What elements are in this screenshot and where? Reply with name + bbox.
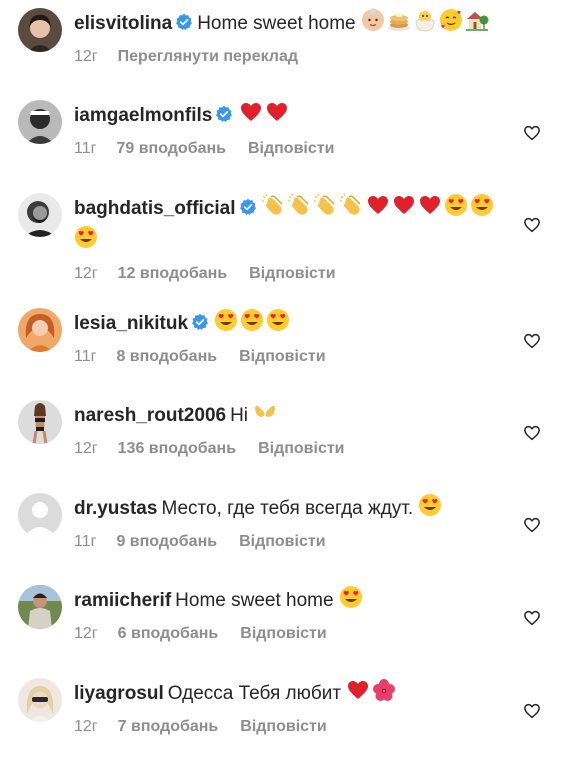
red-heart-emoji <box>418 193 442 225</box>
comment-body: Home sweet home <box>197 13 356 34</box>
hatching-chick-emoji <box>413 8 437 40</box>
comment-meta: 12г 7 вподобань Відповісти <box>74 718 515 736</box>
avatar[interactable] <box>18 400 62 444</box>
house-garden-emoji <box>465 8 489 40</box>
username-link[interactable]: elisvitolina <box>74 13 172 34</box>
comment-body: Home sweet home <box>175 590 334 611</box>
avatar[interactable] <box>18 100 62 144</box>
older-woman-emoji <box>361 8 385 40</box>
likes-count[interactable]: 8 вподобань <box>116 348 217 365</box>
like-heart-icon[interactable] <box>523 216 541 239</box>
reply-button[interactable]: Відповісти <box>240 625 326 642</box>
comment-body: Место, где тебя всегда ждут. <box>161 498 414 519</box>
heart-eyes-emoji <box>444 193 468 225</box>
comment-time: 12г <box>74 48 98 65</box>
comment-meta: 11г 8 вподобань Відповісти <box>74 348 515 366</box>
verified-badge-icon <box>191 313 209 339</box>
verified-badge-icon <box>175 13 193 39</box>
comment-time: 12г <box>74 625 98 642</box>
reply-button[interactable]: Відповісти <box>239 348 325 365</box>
reply-button[interactable]: Відповісти <box>249 265 335 282</box>
likes-count[interactable]: 7 вподобань <box>118 718 219 735</box>
comment-meta: 12г 12 вподобань Відповісти <box>74 265 515 283</box>
likes-count[interactable]: 12 вподобань <box>118 265 228 282</box>
red-heart-emoji <box>265 100 289 132</box>
heart-eyes-emoji <box>266 308 290 340</box>
username-link[interactable]: liyagrosul <box>74 683 164 704</box>
verified-badge-icon <box>215 105 233 131</box>
verified-badge-icon <box>239 198 257 224</box>
comment-text: iamgaelmonfils <box>74 100 515 132</box>
red-heart-emoji <box>239 100 263 132</box>
reply-button[interactable]: Відповісти <box>240 718 326 735</box>
comment-time: 12г <box>74 440 98 457</box>
comment-time: 11г <box>74 533 97 550</box>
comment-text: liyagrosul Одесса Тебя любит <box>74 678 515 710</box>
clapping-emoji <box>339 193 364 225</box>
avatar[interactable] <box>18 308 62 352</box>
comment-time: 12г <box>74 265 98 282</box>
heart-eyes-emoji <box>470 193 494 225</box>
comment-body: Одесса Тебя любит <box>167 683 342 704</box>
comment-time: 12г <box>74 718 98 735</box>
pancakes-emoji <box>387 8 411 40</box>
likes-count[interactable]: 6 вподобань <box>118 625 219 642</box>
heart-eyes-emoji <box>240 308 264 340</box>
like-heart-icon[interactable] <box>523 702 541 725</box>
username-link[interactable]: ramiicherif <box>74 590 171 611</box>
red-heart-emoji <box>366 193 390 225</box>
open-hands-emoji <box>253 400 277 432</box>
username-link[interactable]: iamgaelmonfils <box>74 105 212 126</box>
reply-button[interactable]: Відповісти <box>248 140 334 157</box>
likes-count[interactable]: 9 вподобань <box>116 533 217 550</box>
avatar[interactable] <box>18 193 62 237</box>
avatar[interactable] <box>18 8 62 52</box>
comment-text: lesia_nikituk <box>74 308 515 340</box>
red-heart-emoji <box>346 678 370 710</box>
clapping-emoji <box>287 193 312 225</box>
comment-text: dr.yustas Место, где тебя всегда ждут. <box>74 493 515 525</box>
comment-body: Hi <box>230 405 249 426</box>
heart-eyes-emoji <box>339 585 363 617</box>
like-heart-icon[interactable] <box>523 332 541 355</box>
comment-text: elisvitolina Home sweet home <box>74 8 515 40</box>
heart-eyes-emoji <box>418 493 442 525</box>
like-heart-icon[interactable] <box>523 124 541 147</box>
heart-eyes-emoji <box>214 308 238 340</box>
comment-time: 11г <box>74 140 97 157</box>
see-translation-button[interactable]: Переглянути переклад <box>118 48 298 65</box>
clapping-emoji <box>313 193 338 225</box>
avatar[interactable] <box>18 493 62 537</box>
reply-button[interactable]: Відповісти <box>258 440 344 457</box>
hibiscus-emoji <box>372 678 396 710</box>
comment-text: baghdatis_official <box>74 193 515 257</box>
like-heart-icon[interactable] <box>523 516 541 539</box>
clapping-emoji <box>261 193 286 225</box>
username-link[interactable]: lesia_nikituk <box>74 313 188 334</box>
username-link[interactable]: naresh_rout2006 <box>74 405 226 426</box>
comment-meta: 11г 79 вподобань Відповісти <box>74 140 515 158</box>
comment-meta: 11г 9 вподобань Відповісти <box>74 533 515 551</box>
comment-time: 11г <box>74 348 97 365</box>
red-heart-emoji <box>392 193 416 225</box>
avatar[interactable] <box>18 678 62 722</box>
like-heart-icon[interactable] <box>523 424 541 447</box>
avatar[interactable] <box>18 585 62 629</box>
reply-button[interactable]: Відповісти <box>239 533 325 550</box>
heart-eyes-emoji <box>74 225 98 257</box>
comment-text: ramiicherif Home sweet home <box>74 585 515 617</box>
comment-meta: 12г Переглянути переклад <box>74 48 515 66</box>
username-link[interactable]: dr.yustas <box>74 498 157 519</box>
comment-meta: 12г 136 вподобань Відповісти <box>74 440 515 458</box>
username-link[interactable]: baghdatis_official <box>74 198 236 219</box>
likes-count[interactable]: 79 вподобань <box>116 140 226 157</box>
likes-count[interactable]: 136 вподобань <box>118 440 236 457</box>
comment-text: naresh_rout2006 Hi <box>74 400 515 432</box>
smiling-hearts-emoji <box>439 8 463 40</box>
like-heart-icon[interactable] <box>523 609 541 632</box>
comment-meta: 12г 6 вподобань Відповісти <box>74 625 515 643</box>
